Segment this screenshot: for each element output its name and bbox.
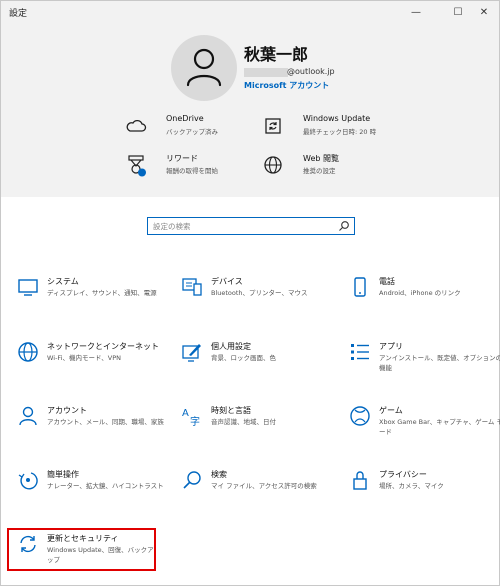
tile-system[interactable]: システム ディスプレイ、サウンド、通知、電源	[17, 276, 167, 328]
header-item-label: OneDrive	[166, 114, 204, 123]
tile-label: ネットワークとインターネット	[47, 342, 159, 351]
avatar[interactable]	[171, 35, 237, 101]
tile-label: アカウント	[47, 406, 87, 415]
header-item-sub: バックアップ済み	[166, 128, 218, 136]
tile-apps[interactable]: アプリ アンインストール、既定値、オプションの機能	[349, 341, 500, 393]
tile-label: ゲーム	[379, 406, 403, 415]
user-name: 秋葉一郎	[244, 45, 309, 64]
rewards-icon	[128, 155, 146, 177]
header-item-label: Web 閲覧	[303, 154, 339, 163]
tile-label: アプリ	[379, 342, 403, 351]
tile-label: システム	[47, 277, 79, 286]
tile-label: デバイス	[211, 277, 243, 286]
email-domain: @outlook.jp	[287, 67, 335, 76]
tile-personalization[interactable]: 個人用設定 背景、ロック画面、色	[181, 341, 331, 393]
search-input[interactable]: 設定の検索	[153, 221, 191, 232]
settings-search-box[interactable]: 設定の検索	[147, 217, 355, 235]
tile-gaming[interactable]: ゲーム Xbox Game Bar、キャプチャ、ゲーム モード	[349, 405, 500, 457]
devices-icon	[182, 278, 202, 296]
svg-text:字: 字	[190, 415, 200, 427]
phone-icon	[354, 277, 366, 297]
tile-phone[interactable]: 電話 Android、iPhone のリンク	[349, 276, 499, 328]
ease-of-access-icon	[18, 472, 38, 490]
accounts-icon	[19, 406, 37, 426]
header-item-sub: 最終チェック日時: 20 時	[303, 128, 377, 136]
network-icon	[18, 342, 38, 362]
tile-devices[interactable]: デバイス Bluetooth、プリンター、マウス	[181, 276, 331, 328]
tile-label: 簡単操作	[47, 470, 79, 479]
tile-description: Xbox Game Bar、キャプチャ、ゲーム モード	[379, 418, 500, 437]
tile-description: アカウント、メール、同期、職場、家族	[47, 418, 164, 426]
tile-network[interactable]: ネットワークとインターネット Wi-Fi、機内モード、VPN	[17, 341, 167, 393]
tile-description: Android、iPhone のリンク	[379, 289, 461, 297]
header-item-label: Windows Update	[303, 114, 371, 123]
close-button[interactable]: ✕	[467, 1, 500, 23]
search-icon	[183, 471, 201, 489]
personalization-icon	[182, 344, 201, 362]
tile-description: Bluetooth、プリンター、マウス	[211, 289, 308, 297]
search-icon	[339, 221, 349, 231]
tile-search[interactable]: 検索 マイ ファイル、アクセス許可の検索	[181, 469, 331, 521]
header-item-sub: 推奨の設定	[303, 167, 336, 175]
tile-description: 音声認識、地域、日付	[211, 418, 276, 426]
tile-description: 背景、ロック画面、色	[211, 354, 276, 362]
minimize-button[interactable]: —	[399, 1, 433, 23]
highlight-box	[7, 528, 156, 571]
svg-text:A: A	[182, 408, 189, 419]
tile-accounts[interactable]: アカウント アカウント、メール、同期、職場、家族	[17, 405, 167, 457]
tile-description: マイ ファイル、アクセス許可の検索	[211, 482, 317, 490]
windows-update-icon	[265, 118, 281, 134]
gaming-icon	[350, 406, 370, 426]
header-item-sub: 報酬の取得を開始	[166, 167, 218, 175]
tile-ease-of-access[interactable]: 簡単操作 ナレーター、拡大鏡、ハイコントラスト	[17, 469, 167, 521]
privacy-icon	[353, 471, 367, 490]
tile-description: 場所、カメラ、マイク	[379, 482, 444, 490]
tile-label: 電話	[379, 277, 395, 286]
time-language-icon: A 字	[182, 408, 200, 427]
tile-description: アンインストール、既定値、オプションの機能	[379, 354, 500, 373]
apps-icon	[351, 344, 369, 360]
account-header: 秋葉一郎 @outlook.jp Microsoft アカウント OneDriv…	[1, 23, 499, 197]
tile-label: 個人用設定	[211, 342, 251, 351]
tile-label: 検索	[211, 470, 227, 479]
web-browsing-icon	[264, 156, 282, 174]
settings-window: 設定 — ☐ ✕ 秋葉一郎 @outlook.jp Microsoft アカウン…	[0, 0, 500, 586]
window-title: 設定	[9, 9, 28, 19]
system-icon	[18, 279, 38, 296]
tile-label: 時刻と言語	[211, 406, 251, 415]
tile-description: Wi-Fi、機内モード、VPN	[47, 354, 121, 362]
tile-label: プライバシー	[379, 470, 427, 479]
user-icon	[186, 48, 222, 87]
email-redacted	[244, 68, 288, 77]
header-item-label: リワード	[166, 154, 198, 163]
microsoft-account-link[interactable]: Microsoft アカウント	[244, 80, 329, 91]
onedrive-icon	[126, 119, 147, 132]
tile-description: ナレーター、拡大鏡、ハイコントラスト	[47, 482, 164, 490]
tile-privacy[interactable]: プライバシー 場所、カメラ、マイク	[349, 469, 499, 521]
tile-time-language[interactable]: A 字 時刻と言語 音声認識、地域、日付	[181, 405, 331, 457]
tile-description: ディスプレイ、サウンド、通知、電源	[47, 289, 157, 297]
